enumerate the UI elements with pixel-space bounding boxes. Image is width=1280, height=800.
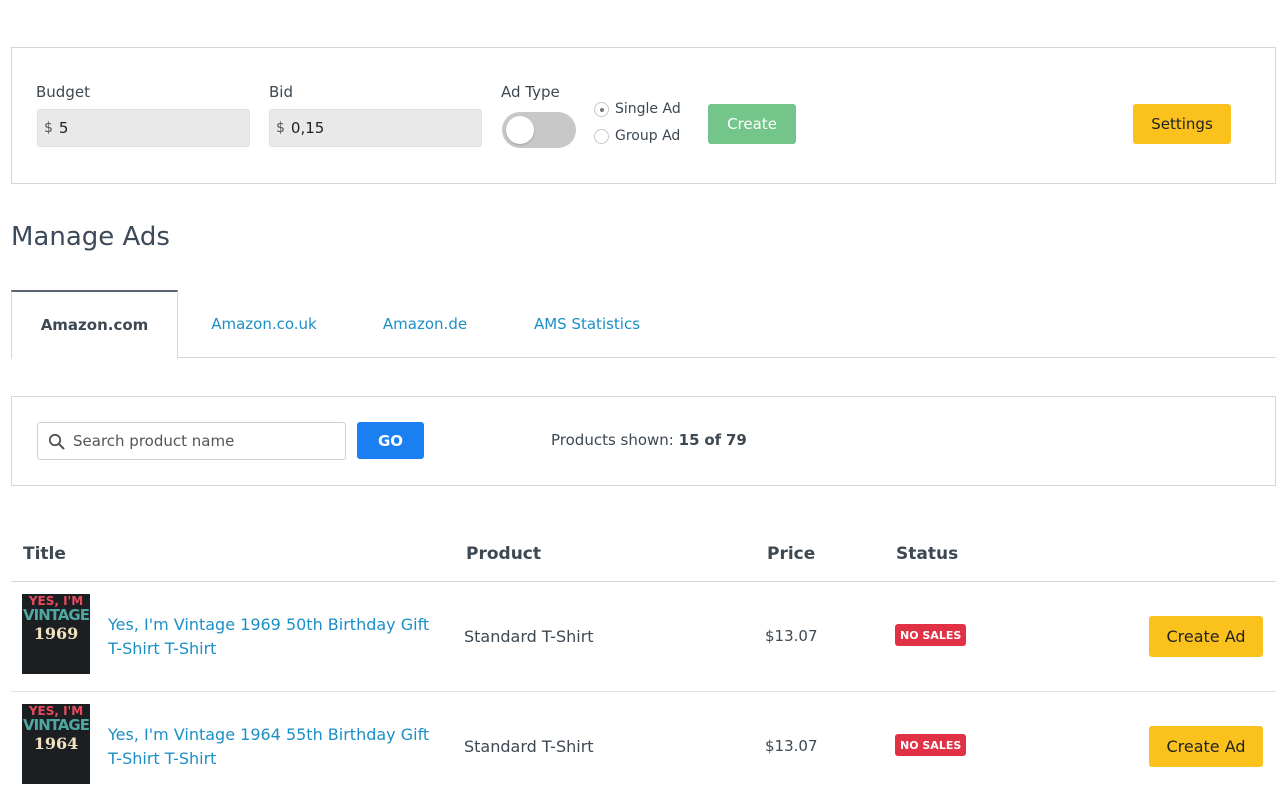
bid-input[interactable] xyxy=(290,119,441,137)
budget-label: Budget xyxy=(36,83,90,101)
table-header: Title Product Price Status xyxy=(11,530,1276,582)
budget-input[interactable] xyxy=(58,119,209,137)
status-badge: NO SALES xyxy=(895,624,967,646)
search-icon xyxy=(48,433,65,449)
products-shown-prefix: Products shown: xyxy=(551,431,674,449)
products-table: Title Product Price Status YES, I'M VINT… xyxy=(11,530,1276,800)
header-product: Product xyxy=(466,544,541,564)
table-row: YES, I'M VINTAGE 1964 Yes, I'm Vintage 1… xyxy=(11,692,1276,800)
header-status: Status xyxy=(896,544,959,564)
header-price: Price xyxy=(767,544,816,564)
create-ad-button[interactable]: Create Ad xyxy=(1149,616,1263,657)
thumb-text-line3: 1964 xyxy=(33,734,79,753)
go-button[interactable]: GO xyxy=(357,422,424,459)
thumb-text-line3: 1969 xyxy=(33,624,79,643)
search-input[interactable] xyxy=(73,432,333,450)
create-button[interactable]: Create xyxy=(708,104,796,144)
group-ad-radio[interactable] xyxy=(594,128,609,144)
table-row: YES, I'M VINTAGE 1969 Yes, I'm Vintage 1… xyxy=(11,582,1276,692)
products-total-number: 79 xyxy=(725,431,747,449)
tab-amazon-co-uk[interactable]: Amazon.co.uk xyxy=(198,290,330,358)
ad-config-panel: Budget $ Bid $ Ad Type Single Ad Group A… xyxy=(11,47,1276,184)
products-shown-number: 15 xyxy=(678,431,700,449)
single-ad-option[interactable]: Single Ad xyxy=(594,101,681,117)
single-ad-radio[interactable] xyxy=(594,101,609,117)
thumb-text-line2: VINTAGE xyxy=(23,606,90,624)
product-type: Standard T-Shirt xyxy=(464,737,594,756)
search-box[interactable] xyxy=(37,422,346,460)
product-price: $13.07 xyxy=(765,737,818,755)
products-shown-of: of xyxy=(704,431,722,449)
search-panel: GO Products shown: 15 of 79 xyxy=(11,396,1276,486)
product-thumbnail: YES, I'M VINTAGE 1964 xyxy=(22,704,90,784)
budget-currency: $ xyxy=(44,120,53,136)
group-ad-label: Group Ad xyxy=(615,128,681,144)
product-type: Standard T-Shirt xyxy=(464,627,594,646)
budget-field[interactable]: $ xyxy=(37,109,250,147)
status-badge: NO SALES xyxy=(895,734,967,756)
single-ad-label: Single Ad xyxy=(615,101,681,117)
bid-field[interactable]: $ xyxy=(269,109,482,147)
marketplace-tabs: Amazon.com Amazon.co.uk Amazon.de AMS St… xyxy=(11,290,1276,359)
ad-type-label: Ad Type xyxy=(501,83,560,101)
product-price: $13.07 xyxy=(765,627,818,645)
group-ad-option[interactable]: Group Ad xyxy=(594,128,680,144)
tab-amazon-de[interactable]: Amazon.de xyxy=(369,290,481,358)
product-thumbnail: YES, I'M VINTAGE 1969 xyxy=(22,594,90,674)
page-title: Manage Ads xyxy=(11,222,170,252)
tab-ams-statistics[interactable]: AMS Statistics xyxy=(521,290,653,358)
product-title-link[interactable]: Yes, I'm Vintage 1969 50th Birthday Gift… xyxy=(108,613,443,661)
product-title-link[interactable]: Yes, I'm Vintage 1964 55th Birthday Gift… xyxy=(108,723,443,771)
create-ad-button[interactable]: Create Ad xyxy=(1149,726,1263,767)
header-title: Title xyxy=(23,544,66,564)
toggle-knob xyxy=(506,116,534,144)
ad-type-toggle[interactable] xyxy=(502,112,576,148)
bid-currency: $ xyxy=(276,120,285,136)
bid-label: Bid xyxy=(269,83,293,101)
tab-amazon-com[interactable]: Amazon.com xyxy=(11,290,178,359)
products-shown-count: Products shown: 15 of 79 xyxy=(551,431,747,449)
thumb-text-line2: VINTAGE xyxy=(23,716,90,734)
settings-button[interactable]: Settings xyxy=(1133,104,1231,144)
